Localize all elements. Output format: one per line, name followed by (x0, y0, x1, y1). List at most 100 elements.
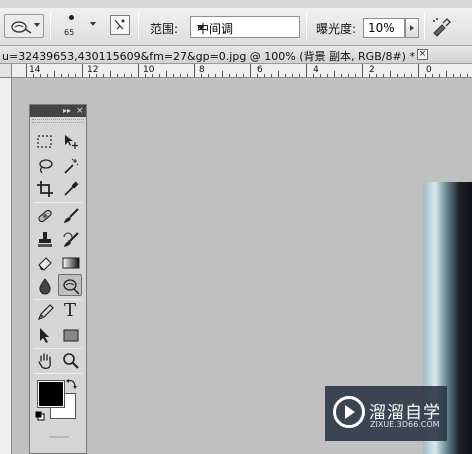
collapse-panel-button[interactable]: ▸▸ (63, 106, 71, 116)
airbrush-toggle-button[interactable] (428, 15, 454, 39)
ruler-tick (341, 74, 342, 77)
ruler-tick (152, 74, 153, 77)
ruler-tick (467, 74, 468, 77)
play-icon (345, 405, 355, 419)
ruler-tick (383, 74, 384, 77)
magic-wand-icon (64, 158, 79, 174)
ruler-tick (446, 71, 447, 77)
ruler-tick (33, 74, 34, 77)
foreground-color-swatch[interactable] (37, 380, 65, 408)
ruler-tick (264, 74, 265, 77)
ruler-tick (250, 64, 251, 77)
ruler-tick (180, 74, 181, 77)
ruler-tick (271, 74, 272, 77)
document-tab[interactable]: u=32439653,430115609&fm=27&gp=0.jpg @ 10… (0, 46, 472, 64)
close-document-button[interactable]: × (417, 49, 428, 60)
history-brush-tool[interactable] (59, 229, 83, 251)
eraser-tool[interactable] (33, 252, 57, 274)
blur-drop-icon (39, 278, 51, 295)
tools-panel-header[interactable]: ▸▸ × (30, 105, 86, 117)
history-brush-icon (63, 232, 79, 247)
ruler-tick (411, 74, 412, 77)
ruler-tick (432, 74, 433, 77)
ruler-tick (404, 74, 405, 77)
lasso-icon (39, 159, 53, 174)
clone-stamp-tool[interactable] (33, 229, 57, 251)
move-tool[interactable] (59, 131, 83, 153)
ruler-tick (327, 74, 328, 77)
ruler-tick (236, 74, 237, 77)
ruler-tick (166, 71, 167, 77)
watermark-subtitle: ZIXUE.3D66.COM (370, 420, 440, 429)
vertical-ruler[interactable] (0, 64, 12, 454)
healing-brush-tool[interactable] (33, 205, 57, 227)
dodge-preset-icon (11, 21, 32, 34)
document-title: u=32439653,430115609&fm=27&gp=0.jpg @ 10… (2, 50, 415, 63)
shape-tool[interactable] (59, 324, 83, 346)
ruler-tick (96, 74, 97, 77)
crop-icon (37, 181, 53, 197)
ruler-tick (418, 64, 419, 77)
chevron-down-icon (90, 22, 96, 26)
divider (50, 12, 51, 40)
hand-tool[interactable] (33, 350, 57, 372)
default-colors-icon[interactable] (35, 411, 45, 421)
ruler-tick (439, 74, 440, 77)
ruler-tick (131, 74, 132, 77)
exposure-slider-button[interactable] (405, 18, 419, 38)
ruler-tick (397, 74, 398, 77)
ruler-tick (54, 71, 55, 77)
ruler-tick (460, 74, 461, 77)
menu-strip (0, 0, 472, 8)
pen-tool[interactable] (33, 301, 57, 323)
magic-wand-tool[interactable] (59, 155, 83, 177)
quick-mask-icon[interactable] (48, 431, 70, 443)
toggle-brush-panel-button[interactable] (110, 15, 130, 35)
brush-tool[interactable] (59, 205, 83, 227)
ruler-tick (215, 74, 216, 77)
ruler-origin[interactable] (0, 64, 12, 78)
range-label: 范围: (150, 22, 179, 36)
ruler-tick (306, 64, 307, 77)
brush-tip-icon (69, 15, 74, 20)
hand-icon (38, 353, 51, 369)
path-selection-tool[interactable] (33, 324, 57, 346)
dodge-tool[interactable] (58, 274, 82, 296)
ruler-tick (222, 71, 223, 77)
airbrush-icon (433, 18, 451, 37)
panel-grip[interactable] (32, 119, 84, 123)
range-select[interactable]: 中间调 (190, 16, 300, 38)
stamp-icon (38, 232, 52, 247)
ruler-tick (173, 74, 174, 77)
chevron-down-icon (197, 25, 205, 30)
divider (424, 12, 425, 40)
eyedropper-icon (64, 181, 79, 196)
ruler-tick (26, 64, 27, 77)
lasso-tool[interactable] (33, 155, 57, 177)
horizontal-ruler[interactable]: 14 12 10 8 6 4 2 0 (12, 64, 472, 78)
swap-colors-icon[interactable] (66, 377, 78, 389)
gradient-tool[interactable] (59, 252, 83, 274)
ruler-tick (187, 74, 188, 77)
ruler-tick (61, 74, 62, 77)
zoom-tool[interactable] (59, 350, 83, 372)
ruler-tick (334, 71, 335, 77)
divider (34, 348, 82, 349)
exposure-input[interactable]: 10% (363, 18, 405, 38)
crop-tool[interactable] (33, 178, 57, 200)
ruler-tick (159, 74, 160, 77)
eyedropper-tool[interactable] (59, 178, 83, 200)
ruler-tick (243, 74, 244, 77)
close-panel-button[interactable]: × (76, 106, 84, 116)
ruler-tick (376, 74, 377, 77)
blur-tool[interactable] (33, 275, 57, 297)
tool-preset-picker[interactable] (4, 14, 44, 38)
gradient-icon (62, 257, 80, 269)
marquee-icon (37, 135, 52, 148)
ruler-tick (313, 74, 314, 77)
ruler-tick (110, 71, 111, 77)
brush-preset-picker[interactable]: 65 (58, 10, 102, 40)
rectangular-marquee-tool[interactable] (33, 131, 57, 153)
ruler-tick (355, 74, 356, 77)
type-tool[interactable]: T (59, 300, 83, 323)
